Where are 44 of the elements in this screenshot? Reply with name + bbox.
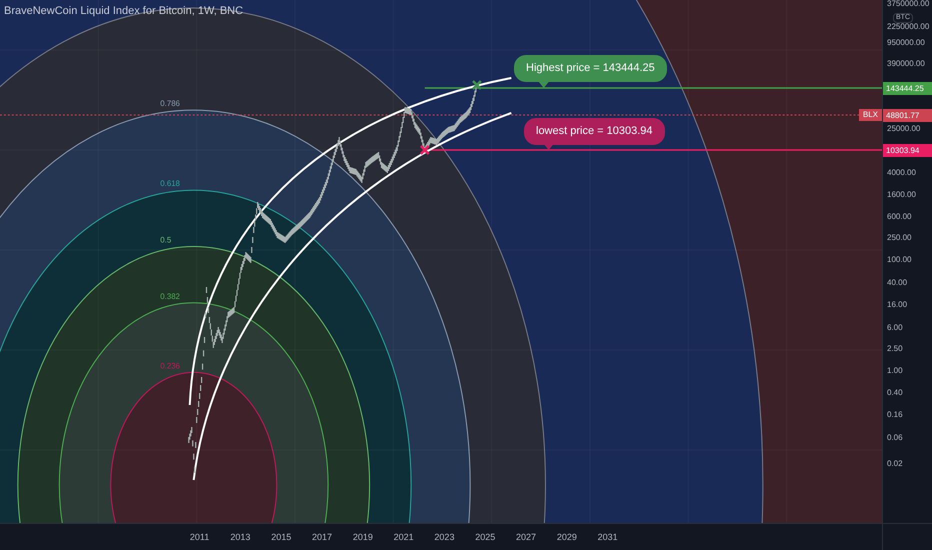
price-tick-label: 0.06 xyxy=(887,433,903,443)
fib-level-label: 0.5 xyxy=(160,235,172,245)
fib-level-label: 0.618 xyxy=(160,179,180,188)
price-tick-label: 2250000.00 xyxy=(887,22,930,32)
price-tick-label: 0.02 xyxy=(887,459,903,469)
price-tick-label: 0.16 xyxy=(887,410,903,420)
price-tick-label: 600.00 xyxy=(887,212,912,222)
price-tick-label: 16.00 xyxy=(887,300,908,310)
time-tick-label: 2023 xyxy=(434,531,454,544)
price-callout: Highest price = 143444.25 xyxy=(514,55,667,82)
price-tick-label: 950000.00 xyxy=(887,38,925,48)
time-tick-label: 2029 xyxy=(556,531,577,544)
symbol-tag: BLX xyxy=(858,109,882,121)
price-tick-label: 3750000.00 xyxy=(887,0,930,9)
time-tick-label: 2011 xyxy=(190,531,210,544)
cross-marker-icon xyxy=(472,80,482,90)
time-tick-label: 2025 xyxy=(475,531,496,544)
fib-level-label: 0.382 xyxy=(160,292,180,301)
price-tick-label: 100.00 xyxy=(887,255,912,265)
time-tick-label: 2013 xyxy=(230,531,250,544)
price-tick-label: 1600.00 xyxy=(887,190,916,200)
price-tick-label: 40.00 xyxy=(887,278,908,288)
price-tick-label: 390000.00 xyxy=(887,59,925,69)
time-tick-label: 2027 xyxy=(516,531,536,544)
price-tick-label: 6.00 xyxy=(887,323,903,333)
time-tick-label: 2021 xyxy=(394,531,414,544)
price-tick-label: 4000.00 xyxy=(887,168,916,178)
time-tick-label: 2019 xyxy=(352,531,373,544)
price-label: 48801.77 xyxy=(883,109,932,122)
price-label: 10303.94 xyxy=(883,144,932,157)
time-tick-label: 2017 xyxy=(312,531,332,544)
price-callout: lowest price = 10303.94 xyxy=(524,118,664,145)
price-tick-label: 0.40 xyxy=(887,388,903,398)
price-tick-label: 250.00 xyxy=(887,233,912,243)
time-tick-label: 2031 xyxy=(598,531,618,544)
price-label: 143444.25 xyxy=(883,82,932,95)
fib-level-label: 0.236 xyxy=(160,361,180,370)
fib-level-label: 0.786 xyxy=(160,99,180,108)
cross-marker-icon xyxy=(420,145,430,155)
time-tick-label: 2015 xyxy=(271,531,292,544)
price-tick-label: 2.50 xyxy=(887,344,903,354)
chart-title: BraveNewCoin Liquid Index for Bitcoin, 1W, BNC xyxy=(4,4,244,19)
price-tick-label: 25000.00 xyxy=(887,124,920,134)
price-tick-label: 1.00 xyxy=(887,366,903,376)
